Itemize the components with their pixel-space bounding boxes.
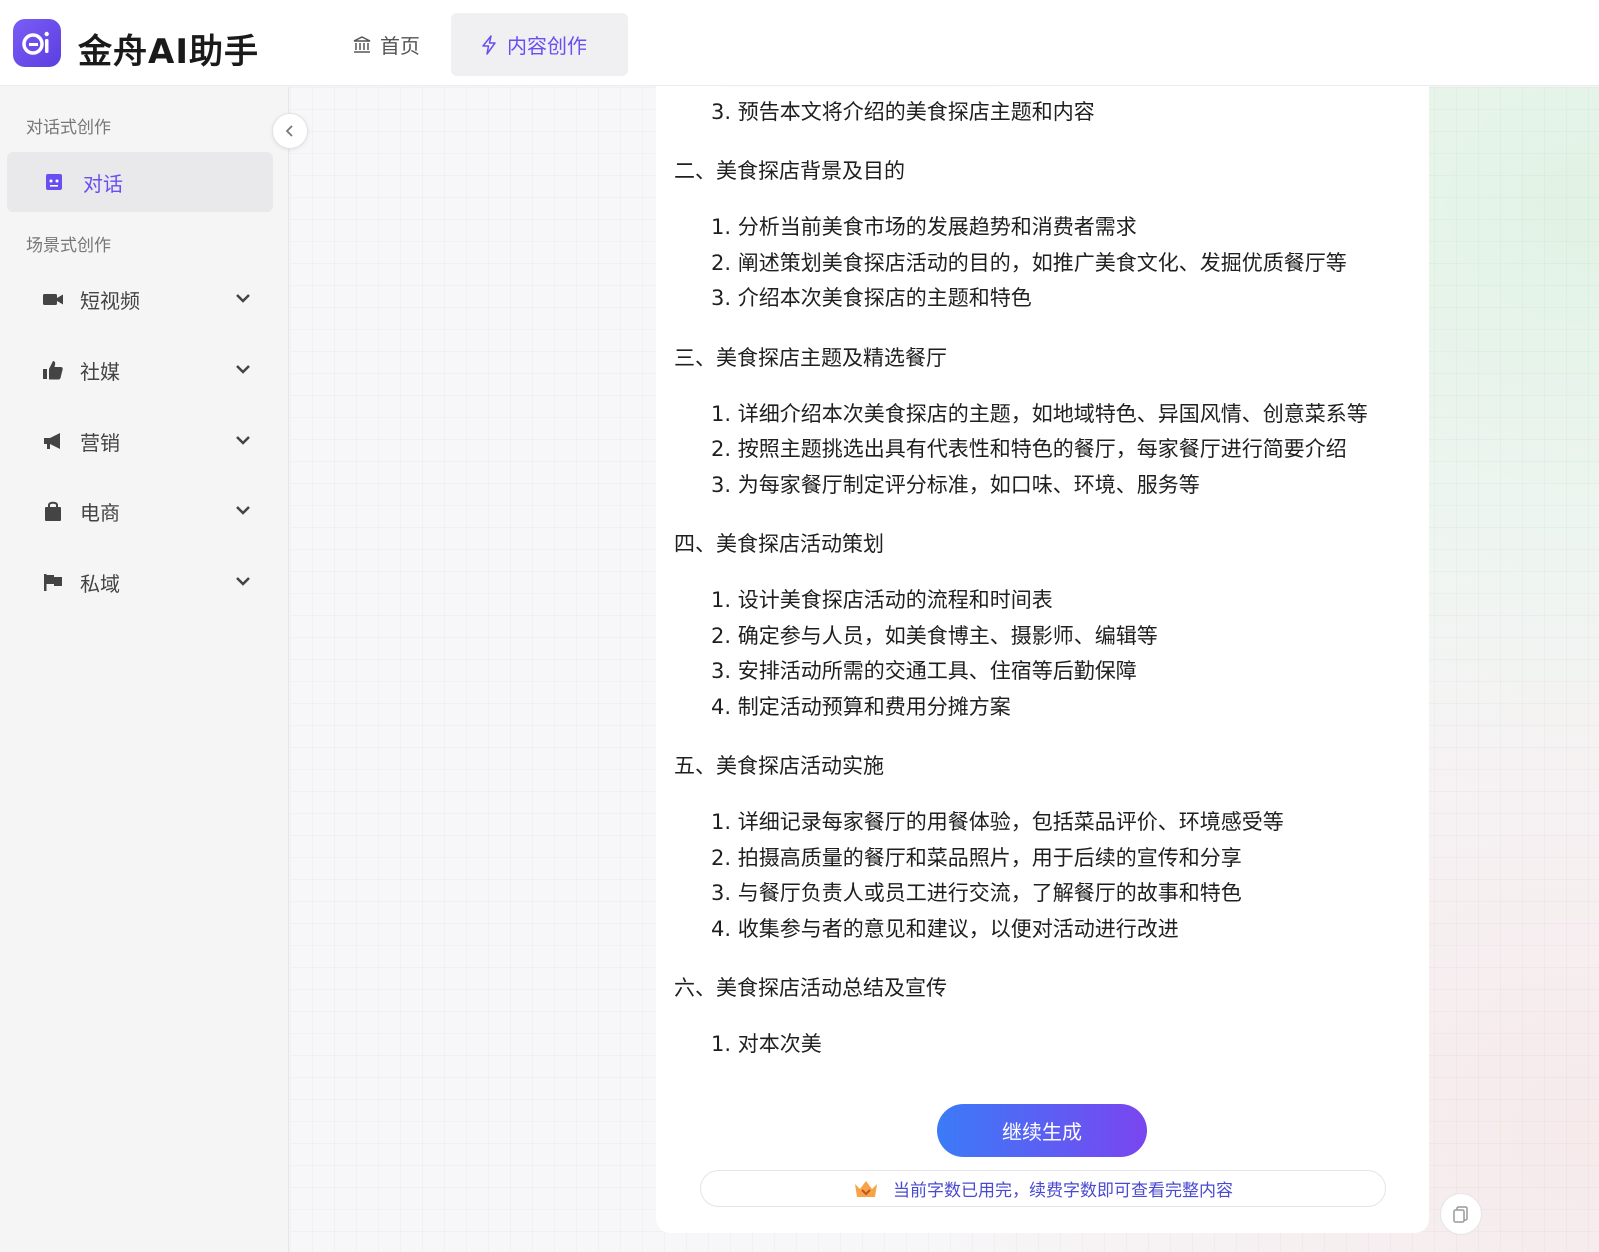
chevron-down-icon[interactable]	[234, 572, 252, 590]
lightning-icon	[482, 34, 496, 55]
list-item: 4. 收集参与者的意见和建议，以便对活动进行改进	[711, 916, 1179, 941]
generated-content: 3. 预告本文将介绍的美食探店主题和内容 二、美食探店背景及目的 1. 分析当前…	[674, 94, 1414, 1063]
chevron-down-icon[interactable]	[234, 501, 252, 519]
chevron-left-icon	[285, 125, 293, 137]
section-heading: 五、美食探店活动实施	[674, 754, 884, 778]
sidebar-item-label: 私域	[80, 571, 120, 596]
list-item: 1. 对本次美	[711, 1032, 822, 1056]
sidebar-collapse-button[interactable]	[272, 113, 308, 149]
list-item: 2. 按照主题挑选出具有代表性和特色的餐厅，每家餐厅进行简要介绍	[711, 437, 1347, 461]
quota-notice[interactable]: 当前字数已用完，续费字数即可查看完整内容	[700, 1170, 1386, 1207]
megaphone-icon	[44, 433, 60, 449]
app-logo-icon[interactable]	[13, 19, 61, 67]
nav-home-label: 首页	[380, 34, 420, 58]
list-item: 1. 详细记录每家餐厅的用餐体验，包括菜品评价、环境感受等	[711, 810, 1284, 834]
section-heading: 四、美食探店活动策划	[674, 532, 884, 556]
chevron-down-icon[interactable]	[234, 289, 252, 307]
sidebar-item-label: 社媒	[80, 359, 120, 384]
sidebar-item-chat-label: 对话	[83, 171, 123, 196]
list-item: 1. 分析当前美食市场的发展趋势和消费者需求	[711, 215, 1137, 239]
section-label-chat: 对话式创作	[26, 118, 111, 138]
list-item: 3. 安排活动所需的交通工具、住宿等后勤保障	[711, 659, 1137, 683]
nav-create-label: 内容创作	[507, 34, 587, 58]
list-item: 3. 预告本文将介绍的美食探店主题和内容	[711, 100, 1095, 124]
flag-icon	[44, 574, 62, 591]
sidebar-item-label: 短视频	[80, 288, 140, 313]
chevron-down-icon[interactable]	[234, 431, 252, 449]
list-item: 4. 制定活动预算和费用分摊方案	[711, 694, 1011, 719]
sidebar-item-ecommerce[interactable]: 电商	[42, 491, 252, 531]
list-item: 1. 设计美食探店活动的流程和时间表	[711, 588, 1053, 612]
list-item: 2. 确定参与人员，如美食博主、摄影师、编辑等	[711, 623, 1158, 648]
list-item: 3. 与餐厅负责人或员工进行交流，了解餐厅的故事和特色	[711, 881, 1242, 905]
list-item: 3. 为每家餐厅制定评分标准，如口味、环境、服务等	[711, 472, 1200, 497]
sidebar-item-marketing[interactable]: 营销	[42, 421, 252, 461]
section-heading: 二、美食探店背景及目的	[674, 159, 905, 183]
shopping-bag-icon	[45, 501, 61, 521]
top-header: 金舟AI助手 首页 内容创作	[0, 0, 1599, 86]
list-item: 1. 详细介绍本次美食探店的主题，如地域特色、异国风情、创意菜系等	[711, 401, 1368, 426]
robot-icon	[46, 174, 62, 190]
sidebar: 对话式创作 对话 场景式创作 短视频 社媒 营销 电商 私域	[0, 87, 289, 1252]
sidebar-item-label: 电商	[80, 500, 120, 525]
sidebar-item-private-domain[interactable]: 私域	[42, 562, 252, 602]
list-item: 2. 拍摄高质量的餐厅和菜品照片，用于后续的宣传和分享	[711, 845, 1242, 870]
chevron-down-icon[interactable]	[234, 360, 252, 378]
sidebar-item-short-video[interactable]: 短视频	[42, 279, 252, 319]
copy-button[interactable]	[1440, 1193, 1482, 1235]
section-heading: 六、美食探店活动总结及宣传	[674, 976, 947, 1000]
app-title: 金舟AI助手	[78, 32, 259, 72]
quota-notice-text: 当前字数已用完，续费字数即可查看完整内容	[893, 1181, 1233, 1201]
nav-home[interactable]: 首页	[324, 13, 448, 76]
list-item: 3. 介绍本次美食探店的主题和特色	[711, 286, 1032, 310]
crown-icon	[855, 1180, 877, 1197]
nav-content-create[interactable]: 内容创作	[451, 13, 628, 76]
section-label-scene: 场景式创作	[26, 236, 111, 256]
copy-icon	[1453, 1206, 1468, 1223]
bank-icon	[353, 35, 371, 53]
sidebar-item-social[interactable]: 社媒	[42, 350, 252, 390]
sidebar-item-label: 营销	[80, 430, 120, 455]
list-item: 2. 阐述策划美食探店活动的目的，如推广美食文化、发掘优质餐厅等	[711, 250, 1347, 275]
section-heading: 三、美食探店主题及精选餐厅	[674, 345, 947, 370]
continue-generate-button[interactable]: 继续生成	[937, 1104, 1147, 1157]
video-camera-icon	[43, 294, 63, 305]
sidebar-item-chat[interactable]: 对话	[7, 152, 273, 212]
thumbs-up-icon	[43, 361, 63, 380]
